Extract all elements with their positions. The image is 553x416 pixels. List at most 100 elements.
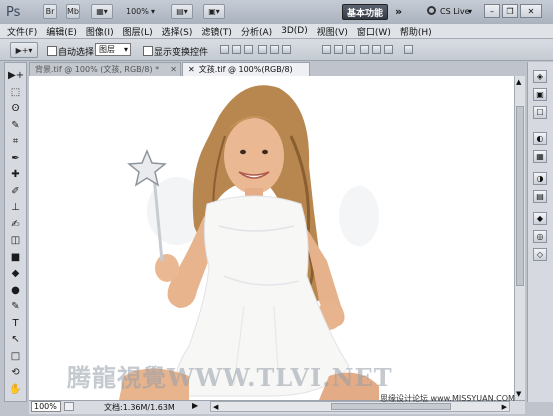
show-transform-label: 显示变换控件 <box>154 48 209 58</box>
screen-mode-icon[interactable]: ▣▾ <box>203 4 225 19</box>
panel-masks-icon[interactable]: ▤ <box>533 190 547 203</box>
3d-rotate-tool-icon[interactable]: ⟲ <box>8 366 23 379</box>
tab-girl-doc[interactable]: ✕ 文孩.tif @ 100%(RGB/8) <box>182 62 310 76</box>
menu-analysis[interactable]: 分析(A) <box>241 25 272 38</box>
panel-paths-icon[interactable]: ◇ <box>533 248 547 261</box>
clone-stamp-tool-icon[interactable]: ⊥ <box>8 201 23 214</box>
menu-view[interactable]: 视图(V) <box>317 25 348 38</box>
type-tool-icon[interactable]: T <box>8 317 23 330</box>
close-tab-icon[interactable]: ✕ <box>170 63 177 77</box>
panel-history-icon[interactable]: ☐ <box>533 106 547 119</box>
tab-title: 背景.tif @ 100% (文孩, RGB/8) * <box>35 65 160 74</box>
scroll-down-icon[interactable]: ▼ <box>516 390 524 398</box>
vertical-scrollbar[interactable]: ▲ ▼ <box>514 76 525 400</box>
status-export-icon[interactable] <box>64 402 74 411</box>
brush-tool-icon[interactable]: ✐ <box>8 185 23 198</box>
align-top-icon[interactable] <box>220 45 229 54</box>
panel-3d-icon[interactable]: ◈ <box>533 70 547 83</box>
menu-image[interactable]: 图像(I) <box>86 25 114 38</box>
arrange-documents-icon[interactable]: ▤▾ <box>171 4 193 19</box>
align-hcenter-icon[interactable] <box>270 45 279 54</box>
dodge-tool-icon[interactable]: ● <box>8 284 23 297</box>
history-brush-tool-icon[interactable]: ✍ <box>8 218 23 231</box>
zoom-dropdown-icon[interactable]: ▾ <box>151 7 155 16</box>
scroll-right-icon[interactable]: ▶ <box>502 403 507 411</box>
pen-tool-icon[interactable]: ✎ <box>8 300 23 313</box>
eraser-tool-icon[interactable]: ◫ <box>8 234 23 247</box>
cs-live-icon <box>427 6 436 15</box>
app-bar: Ps Br Mb ▦▾ 100% ▾ ▤▾ ▣▾ 基本功能 » CS Live … <box>0 0 553 25</box>
distribute-top-icon[interactable] <box>322 45 331 54</box>
panel-adjustments-icon[interactable]: ◑ <box>533 172 547 185</box>
menu-edit[interactable]: 编辑(E) <box>46 25 77 38</box>
document-size-info: 文档:1.36M/1.63M <box>104 403 175 412</box>
view-extras-icon[interactable]: ▦▾ <box>91 4 113 19</box>
horizontal-scroll-thumb[interactable] <box>331 403 451 410</box>
tab-background-doc[interactable]: 背景.tif @ 100% (文孩, RGB/8) * ✕ <box>29 62 181 76</box>
show-transform-checkbox[interactable] <box>143 46 153 56</box>
distribute-right-icon[interactable] <box>384 45 393 54</box>
distribute-hcenter-icon[interactable] <box>372 45 381 54</box>
crop-tool-icon[interactable]: ⌗ <box>8 135 23 148</box>
vertical-scroll-thumb[interactable] <box>516 106 524 286</box>
tool-preset-picker[interactable]: ▶+▾ <box>10 42 38 58</box>
panel-channels-icon[interactable]: ◎ <box>533 230 547 243</box>
menu-window[interactable]: 窗口(W) <box>357 25 391 38</box>
path-select-tool-icon[interactable]: ↖ <box>8 333 23 346</box>
align-bottom-icon[interactable] <box>244 45 253 54</box>
status-menu-icon[interactable]: ▶ <box>192 401 198 410</box>
menu-file[interactable]: 文件(F) <box>7 25 37 38</box>
close-icon[interactable]: ✕ <box>520 4 542 18</box>
lasso-tool-icon[interactable]: ʘ <box>8 102 23 115</box>
distribute-left-icon[interactable] <box>360 45 369 54</box>
menu-3d[interactable]: 3D(D) <box>281 26 308 36</box>
restore-icon[interactable]: ❐ <box>502 4 518 18</box>
zoom-level[interactable]: 100% <box>126 7 149 16</box>
close-tab-icon[interactable]: ✕ <box>188 65 195 74</box>
document-canvas[interactable] <box>29 76 514 400</box>
menu-help[interactable]: 帮助(H) <box>400 25 432 38</box>
shape-tool-icon[interactable]: □ <box>8 350 23 363</box>
move-tool-icon[interactable]: ▶+ <box>8 69 24 82</box>
gradient-tool-icon[interactable]: ■ <box>8 251 23 264</box>
align-vcenter-icon[interactable] <box>232 45 241 54</box>
cs-live-button[interactable]: CS Live <box>440 7 470 16</box>
panel-swatches-icon[interactable]: ▦ <box>533 150 547 163</box>
panel-layers-icon[interactable]: ◆ <box>533 212 547 225</box>
mini-bridge-button[interactable]: Mb <box>66 4 80 19</box>
cs-live-dropdown-icon[interactable]: ▾ <box>468 7 472 16</box>
hand-tool-icon[interactable]: ✋ <box>8 383 23 396</box>
collapsed-panel-dock: ◈ ▣ ☐ ◐ ▦ ◑ ▤ ◆ ◎ ◇ <box>527 62 553 402</box>
bridge-button[interactable]: Br <box>43 4 57 19</box>
tab-title: 文孩.tif @ 100%(RGB/8) <box>198 65 293 74</box>
panel-mini-bridge-icon[interactable]: ▣ <box>533 88 547 101</box>
minimize-icon[interactable]: – <box>484 4 500 18</box>
distribute-bottom-icon[interactable] <box>346 45 355 54</box>
menu-layer[interactable]: 图层(L) <box>123 25 153 38</box>
workspace-switcher[interactable]: 基本功能 <box>342 4 388 20</box>
align-right-icon[interactable] <box>282 45 291 54</box>
scroll-left-icon[interactable]: ◀ <box>213 403 218 411</box>
menu-filter[interactable]: 滤镜(T) <box>201 25 232 38</box>
menu-select[interactable]: 选择(S) <box>162 25 193 38</box>
wand-star <box>127 149 167 187</box>
panel-color-icon[interactable]: ◐ <box>533 132 547 145</box>
auto-select-checkbox[interactable] <box>47 46 57 56</box>
quick-select-tool-icon[interactable]: ✎ <box>8 119 23 132</box>
wing-right <box>339 186 379 246</box>
eyedropper-tool-icon[interactable]: ✒ <box>8 152 23 165</box>
toolbox: ▶+ ⬚ ʘ ✎ ⌗ ✒ ✚ ✐ ⊥ ✍ ◫ ■ ◆ ● ✎ T ↖ □ ⟲ ✋ <box>4 62 27 402</box>
status-zoom-field[interactable]: 100% <box>31 401 61 412</box>
healing-brush-tool-icon[interactable]: ✚ <box>8 168 23 181</box>
distribute-vcenter-icon[interactable] <box>334 45 343 54</box>
workspace-expand-icon[interactable]: » <box>395 5 402 18</box>
scroll-up-icon[interactable]: ▲ <box>516 78 524 86</box>
marquee-tool-icon[interactable]: ⬚ <box>8 86 23 99</box>
auto-select-value: 图层 <box>99 45 115 54</box>
photoshop-logo: Ps <box>6 5 21 20</box>
auto-align-icon[interactable] <box>404 45 413 54</box>
align-left-icon[interactable] <box>258 45 267 54</box>
auto-select-dropdown[interactable]: 图层 ▾ <box>95 43 131 56</box>
auto-select-label: 自动选择: <box>58 48 98 58</box>
blur-tool-icon[interactable]: ◆ <box>8 267 23 280</box>
